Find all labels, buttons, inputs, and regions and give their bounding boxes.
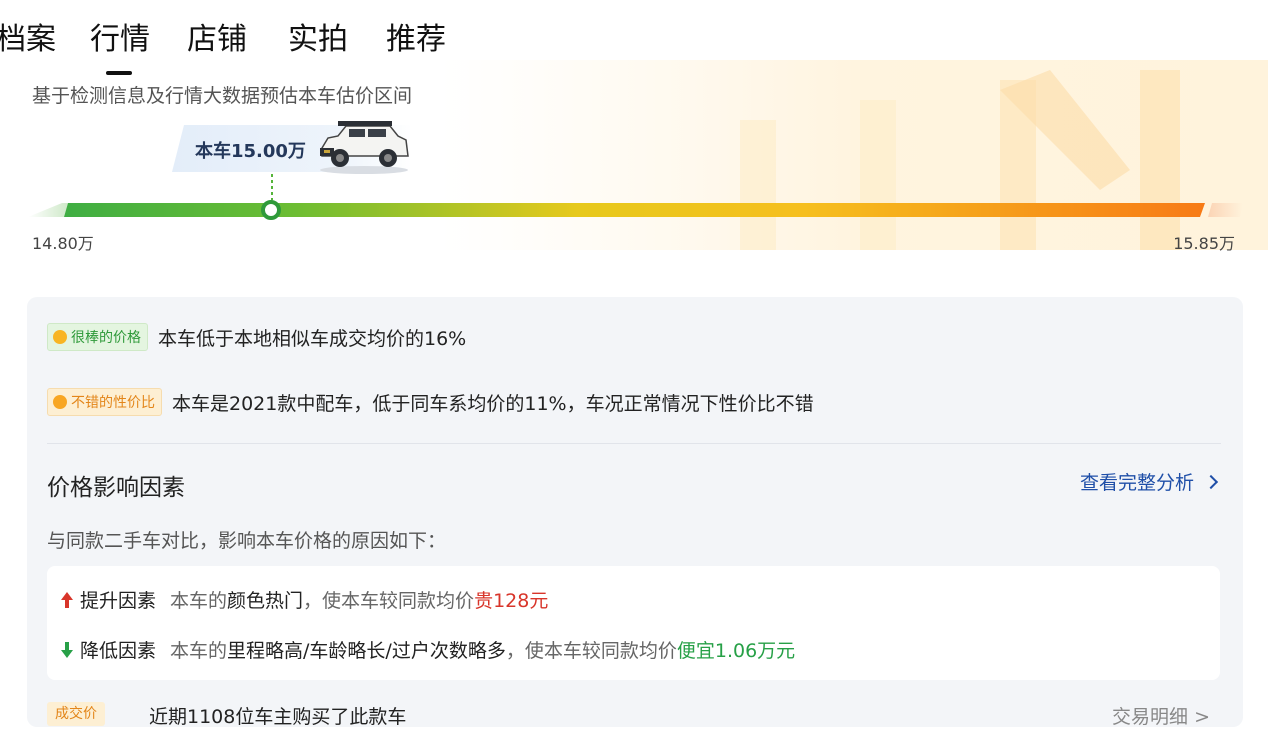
great-price-badge: 很棒的价格 [47, 323, 148, 351]
tab-store[interactable]: 店铺 [187, 14, 247, 58]
evaluation-row: 不错的性价比 本车是2021款中配车，低于同车系均价的11%，车况正常情况下性价… [47, 387, 814, 417]
divider [47, 443, 1221, 444]
current-price-marker [261, 200, 281, 220]
factor-down-label: 降低因素 [80, 640, 157, 662]
arrow-down-icon [61, 641, 73, 658]
smile-emoji-icon [53, 330, 67, 344]
price-range-bar [28, 200, 1243, 220]
factor-up-key: 颜色热门 [227, 590, 304, 612]
factor-up-middle: ，使本车较同款均价 [303, 590, 475, 612]
transaction-detail-link[interactable]: 交易明细 > [1112, 702, 1210, 729]
arrow-up-icon [61, 591, 73, 608]
view-full-analysis-link[interactable]: 查看完整分析 [1079, 468, 1219, 495]
factor-down-prefix: 本车的 [170, 640, 228, 662]
bar-left-fade [28, 203, 68, 217]
tab-photos[interactable]: 实拍 [288, 14, 348, 58]
current-price-label: 本车15.00万 [195, 141, 306, 162]
factors-title: 价格影响因素 [47, 475, 185, 501]
badge-label: 很棒的价格 [71, 330, 141, 346]
chevron-right-icon [1203, 474, 1219, 489]
tab-recommend[interactable]: 推荐 [386, 14, 446, 58]
suv-car-icon [316, 120, 412, 180]
background-decoration [440, 60, 1268, 250]
factor-up-label: 提升因素 [80, 590, 157, 612]
transaction-badge: 成交价 [47, 702, 105, 726]
factors-description: 与同款二手车对比，影响本车价格的原因如下： [47, 530, 447, 552]
factor-down-middle: ，使本车较同款均价 [505, 640, 677, 662]
evaluation-text: 本车是2021款中配车，低于同车系均价的11%，车况正常情况下性价比不错 [172, 392, 814, 415]
evaluation-text: 本车低于本地相似车成交均价的16% [158, 327, 467, 350]
transaction-text: 近期1108位车主购买了此款车 [149, 706, 407, 728]
factor-down-row: 降低因素 本车的 里程略高/车龄略长/过户次数略多 ，使本车较同款均价 便宜1.… [60, 636, 795, 663]
range-max-label: 15.85万 [1173, 234, 1235, 253]
factor-up-result: 贵128元 [474, 590, 549, 612]
factor-up-row: 提升因素 本车的 颜色热门 ，使本车较同款均价 贵128元 [60, 586, 548, 613]
smile-emoji-icon [53, 395, 67, 409]
link-label: 查看完整分析 [1079, 472, 1194, 494]
bar-gradient [64, 203, 1205, 217]
bar-right-fade [1208, 203, 1243, 217]
range-min-label: 14.80万 [32, 234, 94, 253]
factor-down-key: 里程略高/车龄略长/过户次数略多 [227, 640, 506, 662]
active-tab-indicator [106, 71, 132, 75]
factor-down-result: 便宜1.06万元 [676, 640, 796, 662]
badge-label: 不错的性价比 [71, 395, 155, 411]
estimate-subtitle: 基于检测信息及行情大数据预估本车估价区间 [32, 85, 413, 107]
tab-archive[interactable]: 档案 [0, 14, 56, 58]
factor-up-prefix: 本车的 [170, 590, 228, 612]
transaction-row: 成交价 近期1108位车主购买了此款车 交易明细 > [47, 702, 1220, 729]
good-value-badge: 不错的性价比 [47, 388, 162, 416]
tab-market[interactable]: 行情 [90, 14, 150, 58]
evaluation-row: 很棒的价格 本车低于本地相似车成交均价的16% [47, 322, 466, 352]
